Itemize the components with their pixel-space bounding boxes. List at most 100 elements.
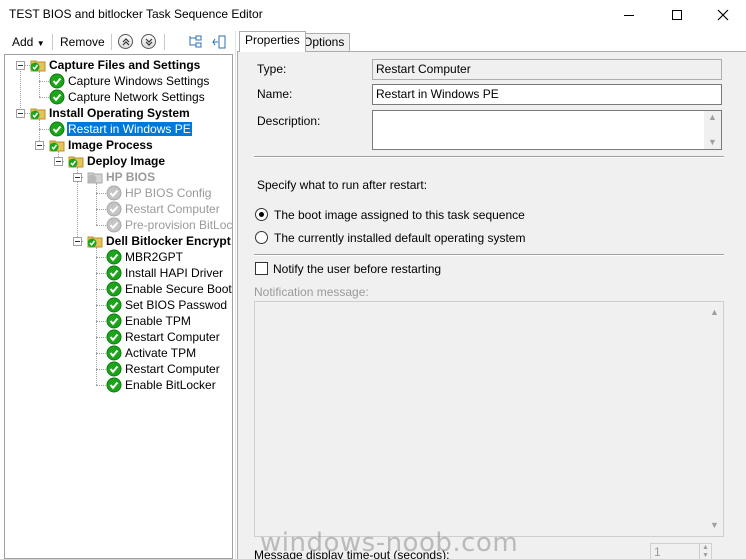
toolbar-separator [164,34,165,50]
properties-panel: Type: Restart Computer Name: Restart in … [237,51,746,559]
tree-item-label: Restart Computer [125,202,220,216]
tree-item-label: MBR2GPT [125,250,184,264]
tree-item-label: Restart in Windows PE [66,121,193,137]
check-icon [106,329,122,345]
boot-image-radio-label[interactable]: The boot image assigned to this task seq… [274,208,525,222]
timeout-value: 1 [654,545,661,559]
check-icon [106,313,122,329]
notify-checkbox-label[interactable]: Notify the user before restarting [273,262,441,276]
check-icon [106,265,122,281]
check-icon [49,73,65,89]
maximize-button[interactable] [654,0,700,30]
tree-line [96,209,106,210]
scroll-up-icon: ▲ [708,112,717,122]
check-icon [106,361,122,377]
toolbar-separator [52,34,53,50]
tree-line [96,337,106,338]
collapse-toggle[interactable] [54,157,63,166]
folder-check-icon [49,140,65,152]
tree-line [96,225,106,226]
folder-check-icon [30,108,46,120]
collapse-all-icon[interactable] [211,34,227,50]
check-disabled-icon [106,185,122,201]
tree-line [96,305,106,306]
collapse-toggle[interactable] [35,141,44,150]
installed-os-radio[interactable] [255,231,268,244]
tree-line [96,289,106,290]
collapse-toggle[interactable] [73,173,82,182]
name-label: Name: [257,87,293,101]
check-icon [106,345,122,361]
folder-disabled-icon [87,172,103,184]
move-down-button[interactable] [141,34,156,49]
tree-item-label: Dell Bitlocker Encrypt [106,234,231,248]
folder-check-icon [87,236,103,248]
tree-line [39,71,40,97]
collapse-toggle[interactable] [16,109,25,118]
check-icon [106,377,122,393]
add-button[interactable]: Add ▼ [12,33,45,51]
tree-line [39,81,49,82]
tree-line [96,353,106,354]
divider [254,254,724,256]
check-icon [49,121,65,137]
maximize-icon [672,10,682,20]
notification-message-field: ▲ ▼ [254,301,724,537]
notification-label: Notification message: [254,285,369,299]
check-icon [106,249,122,265]
description-field[interactable]: ▲ ▼ [372,110,722,150]
folder-check-icon [30,60,46,72]
tree-line [96,257,106,258]
task-sequence-tree[interactable]: Capture Files and Settings Capture Windo… [4,54,233,559]
installed-os-radio-label[interactable]: The currently installed default operatin… [274,231,525,245]
check-icon [49,89,65,105]
add-label: Add [12,35,34,49]
description-scrollbar[interactable]: ▲ ▼ [704,111,721,149]
collapse-toggle[interactable] [73,237,82,246]
check-icon [106,297,122,313]
timeout-spinner: 1 ▲ ▼ [650,543,712,559]
notification-scrollbar: ▲ ▼ [706,302,723,536]
tree-item-label: Pre-provision BitLocke [125,218,233,232]
tree-item-label: Image Process [68,138,153,152]
tree-item-label: Capture Files and Settings [49,58,201,72]
notify-checkbox[interactable] [255,262,268,275]
minimize-button[interactable] [606,0,652,30]
title-bar: TEST BIOS and bitlocker Task Sequence Ed… [0,0,746,30]
tree-item-label: Restart Computer [125,330,220,344]
move-up-icon [122,38,130,46]
panel-splitter[interactable] [235,31,236,559]
boot-image-radio[interactable] [255,208,268,221]
collapse-toggle[interactable] [16,61,25,70]
expand-all-icon[interactable] [187,34,203,50]
name-field[interactable]: Restart in Windows PE [372,84,722,105]
folder-check-icon [68,156,84,168]
tree-line [39,129,49,130]
scroll-down-icon: ▼ [708,137,717,147]
minimize-icon [624,14,634,16]
window-title: TEST BIOS and bitlocker Task Sequence Ed… [9,7,263,21]
toolbar: Add ▼ Remove [0,31,234,53]
tab-strip: Properties Options [237,31,746,52]
move-up-button[interactable] [118,34,133,49]
toolbar-separator [111,34,112,50]
check-disabled-icon [106,201,122,217]
close-button[interactable] [700,0,746,30]
tree-item-label: Activate TPM [125,346,197,360]
check-icon [106,281,122,297]
tree-item-label: Enable Secure Boot [125,282,232,296]
watermark: windows-noob.com [260,528,519,558]
tree-item-label: HP BIOS Config [125,186,212,200]
close-icon [717,9,729,21]
tab-properties[interactable]: Properties [239,31,306,52]
tree-item-label: Capture Windows Settings [68,74,210,88]
scroll-down-icon: ▼ [710,520,719,530]
tree-line [96,273,106,274]
tree-item-label: Restart Computer [125,362,220,376]
divider [254,156,724,158]
tree-item-label: Install HAPI Driver [125,266,224,280]
description-label: Description: [257,114,321,128]
remove-button[interactable]: Remove [60,33,105,51]
tree-item-label: Enable TPM [125,314,191,328]
check-disabled-icon [106,217,122,233]
